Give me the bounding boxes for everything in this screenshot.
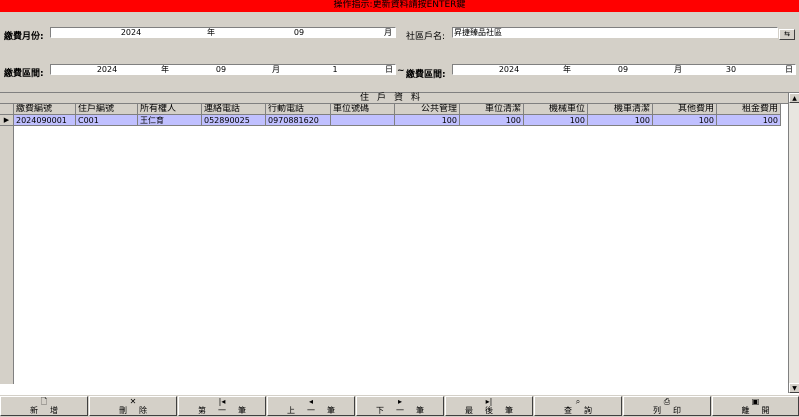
col-header-moto-clean[interactable]: 機車清潔 <box>588 104 653 115</box>
next-record-button[interactable]: ▸ 下一筆 <box>356 396 444 416</box>
community-label: 社區戶名: <box>406 32 446 42</box>
vertical-scrollbar[interactable]: ▲ ▼ <box>788 93 799 393</box>
first-record-button[interactable]: |◂ 第一筆 <box>178 396 266 416</box>
col-header-phone[interactable]: 連絡電話 <box>202 104 266 115</box>
last-record-button[interactable]: ▸| 最後筆 <box>445 396 533 416</box>
table-cell-parking-clean[interactable]: 100 <box>460 115 524 126</box>
range-start-day: 1 <box>332 65 338 74</box>
range-start-year: 2024 <box>96 65 118 74</box>
col-header-public-mgmt[interactable]: 公共管理 <box>395 104 460 115</box>
table-cell-mech-parking[interactable]: 100 <box>524 115 588 126</box>
grid-title: 住戶資料 <box>0 93 788 104</box>
first-record-icon: |◂ <box>218 397 226 406</box>
table-cell-rent[interactable]: 100 <box>717 115 781 126</box>
col-header-parking-no[interactable]: 車位號碼 <box>331 104 395 115</box>
table-cell-mobile[interactable]: 0970881620 <box>266 115 331 126</box>
print-button-label: 列印 <box>653 406 693 415</box>
col-header-rent[interactable]: 租金費用 <box>717 104 781 115</box>
month-month-unit: 月 <box>384 28 392 37</box>
query-icon: ⌕ <box>575 397 581 406</box>
prev-record-button[interactable]: ◂ 上一筆 <box>267 396 355 416</box>
exit-button[interactable]: ▣ 離開 <box>712 396 799 416</box>
print-button[interactable]: ⎙ 列印 <box>623 396 711 416</box>
community-value: 昇捷臻品社區 <box>454 28 502 37</box>
community-field[interactable]: 昇捷臻品社區 <box>452 27 778 38</box>
prev-record-label: 上一筆 <box>287 406 347 415</box>
add-button[interactable]: 🗋 新增 <box>0 396 88 416</box>
query-button[interactable]: ⌕ 查詢 <box>534 396 622 416</box>
range-end-day: 30 <box>725 65 737 74</box>
delete-button-label: 刪除 <box>119 406 159 415</box>
range-start-field[interactable]: 2024 年 09 月 1 日 <box>50 64 396 75</box>
table-cell-parking-no[interactable] <box>331 115 395 126</box>
billing-month-label: 繳費月份: <box>4 32 44 42</box>
range-start-label: 繳費區間: <box>4 69 44 79</box>
billing-month-field[interactable]: 2024 年 09 月 <box>50 27 396 38</box>
next-record-label: 下一筆 <box>376 406 436 415</box>
range-end-label: 繳費區間: <box>406 70 446 80</box>
residents-grid[interactable]: 住戶資料 ▶ 繳費編號 住戶編號 所有權人 連絡電話 行動電話 車位號碼 公共管… <box>0 92 799 394</box>
printer-icon: ⎙ <box>663 397 671 406</box>
range-start-day-unit: 日 <box>385 65 393 74</box>
month-year-unit: 年 <box>207 28 215 37</box>
last-record-label: 最後筆 <box>465 406 525 415</box>
scroll-down-arrow-icon[interactable]: ▼ <box>789 383 799 393</box>
browse-icon: ⇆ <box>784 30 790 38</box>
instruction-banner: 操作指示:更新資料請按ENTER鍵 <box>0 0 799 12</box>
col-header-mech-parking[interactable]: 機械車位 <box>524 104 588 115</box>
table-cell-moto-clean[interactable]: 100 <box>588 115 653 126</box>
current-row-marker[interactable]: ▶ <box>0 115 13 126</box>
col-header-parking-clean[interactable]: 車位清潔 <box>460 104 524 115</box>
month-year-value: 2024 <box>120 28 142 37</box>
col-header-resident-no[interactable]: 住戶編號 <box>76 104 138 115</box>
range-end-year-unit: 年 <box>563 65 571 74</box>
col-header-other-fees[interactable]: 其他費用 <box>653 104 717 115</box>
prev-record-icon: ◂ <box>308 397 313 406</box>
col-header-payment-no[interactable]: 繳費編號 <box>14 104 76 115</box>
query-button-label: 查詢 <box>564 406 604 415</box>
col-header-mobile[interactable]: 行動電話 <box>266 104 331 115</box>
table-cell-public-mgmt[interactable]: 100 <box>395 115 460 126</box>
table-cell-owner[interactable]: 王仁育 <box>138 115 202 126</box>
month-month-value: 09 <box>293 28 305 37</box>
row-selector-column: ▶ <box>0 104 14 384</box>
new-doc-icon: 🗋 <box>40 397 48 406</box>
range-start-month: 09 <box>215 65 227 74</box>
col-header-owner[interactable]: 所有權人 <box>138 104 202 115</box>
delete-x-icon: ✕ <box>129 397 137 406</box>
range-start-year-unit: 年 <box>161 65 169 74</box>
table-cell-phone[interactable]: 052890025 <box>202 115 266 126</box>
next-record-icon: ▸ <box>397 397 402 406</box>
last-record-icon: ▸| <box>485 397 493 406</box>
range-end-field[interactable]: 2024 年 09 月 30 日 <box>452 64 796 75</box>
selector-header <box>0 104 13 115</box>
range-end-year: 2024 <box>498 65 520 74</box>
table-cell-resident-no[interactable]: C001 <box>76 115 138 126</box>
community-browse-button[interactable]: ⇆ <box>779 29 795 40</box>
range-separator: ~ <box>397 66 405 76</box>
range-end-day-unit: 日 <box>785 65 793 74</box>
scroll-up-arrow-icon[interactable]: ▲ <box>789 93 799 103</box>
exit-button-label: 離開 <box>741 406 782 415</box>
bottom-toolbar: 🗋 新增 ✕ 刪除 |◂ 第一筆 ◂ 上一筆 ▸ 下一筆 ▸| 最後筆 ⌕ 查詢… <box>0 394 799 417</box>
delete-button[interactable]: ✕ 刪除 <box>89 396 177 416</box>
first-record-label: 第一筆 <box>198 406 258 415</box>
table-cell-other-fees[interactable]: 100 <box>653 115 717 126</box>
range-end-month: 09 <box>617 65 629 74</box>
add-button-label: 新增 <box>30 406 70 415</box>
range-start-month-unit: 月 <box>272 65 280 74</box>
table-cell-payment-no[interactable]: 2024090001 <box>14 115 76 126</box>
save-exit-icon: ▣ <box>751 397 760 406</box>
range-end-month-unit: 月 <box>674 65 682 74</box>
